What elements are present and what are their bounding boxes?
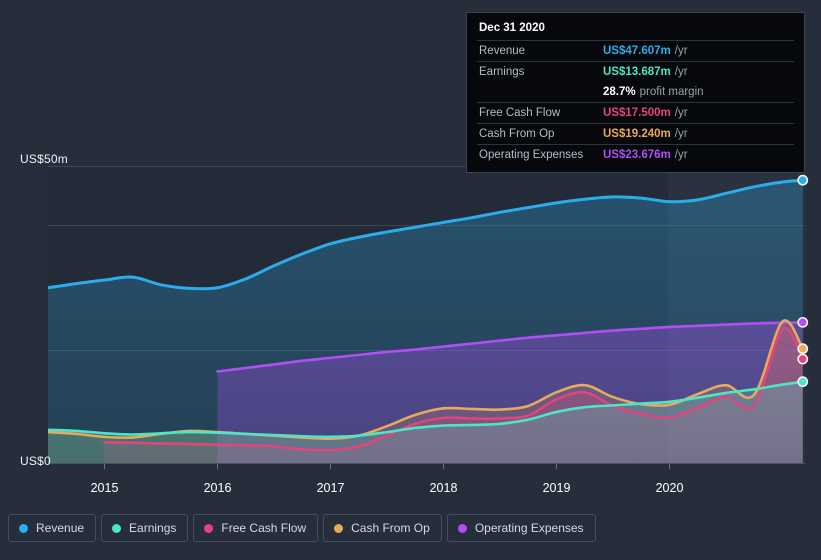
tooltip-row-label: Revenue bbox=[479, 45, 526, 57]
tooltip-title: Dec 31 2020 bbox=[479, 22, 545, 34]
tooltip-row-value: US$23.676m bbox=[603, 149, 671, 161]
tooltip-rows: Revenue US$47.607m/yr Earnings US$13.687m/y… bbox=[477, 40, 794, 165]
x-tick-label-2017: 2017 bbox=[316, 481, 345, 495]
tooltip-row-unit: profit margin bbox=[639, 86, 704, 98]
legend-item-label: Revenue bbox=[36, 521, 85, 535]
legend-item-label: Operating Expenses bbox=[474, 521, 584, 535]
legend-item-operating-expenses[interactable]: Operating Expenses bbox=[446, 514, 596, 542]
y-axis-top-label: US$50m bbox=[20, 152, 68, 166]
tooltip-row-value: US$47.607m bbox=[603, 45, 671, 57]
chart-screenshot: US$50m US$0 2015 2016 2017 2018 2019 2020 Dec… bbox=[0, 0, 821, 560]
legend-color-dot-icon bbox=[112, 523, 122, 533]
tooltip-row-unit: /yr bbox=[674, 66, 688, 78]
tooltip-row: Operating Expenses US$23.676m/yr bbox=[477, 144, 794, 165]
tooltip-row: Free Cash Flow US$17.500m/yr bbox=[477, 102, 794, 123]
endpoint-marker-cash-from-op[interactable] bbox=[797, 343, 809, 355]
legend-item-earnings[interactable]: Earnings bbox=[101, 514, 189, 542]
tooltip-row: Cash From Op US$19.240m/yr bbox=[477, 123, 794, 144]
legend-color-dot-icon bbox=[457, 523, 467, 533]
x-tick-label-2015: 2015 bbox=[90, 481, 119, 495]
endpoint-marker-operating-expenses[interactable] bbox=[797, 316, 809, 328]
tooltip-row-label: Free Cash Flow bbox=[479, 107, 561, 119]
legend-item-label: Free Cash Flow bbox=[221, 521, 307, 535]
x-tick-label-2018: 2018 bbox=[429, 481, 458, 495]
legend-item-label: Earnings bbox=[129, 521, 177, 535]
endpoint-marker-revenue[interactable] bbox=[797, 174, 809, 186]
y-axis-zero-label: US$0 bbox=[20, 454, 51, 468]
tooltip-row-value: US$19.240m bbox=[603, 128, 671, 140]
tooltip-row: Revenue US$47.607m/yr bbox=[477, 40, 794, 61]
endpoint-marker-free-cash-flow[interactable] bbox=[797, 353, 809, 365]
tooltip-row-unit: /yr bbox=[674, 45, 688, 57]
legend-color-dot-icon bbox=[334, 523, 344, 533]
legend-item-label: Cash From Op bbox=[351, 521, 430, 535]
data-tooltip: Dec 31 2020 Revenue US$47.607m/yr Earnings… bbox=[466, 12, 805, 173]
legend-item-revenue[interactable]: Revenue bbox=[8, 514, 97, 542]
tooltip-row-value: 28.7% bbox=[603, 86, 636, 98]
x-tick-label-2019: 2019 bbox=[542, 481, 571, 495]
tooltip-row-label: Earnings bbox=[479, 66, 525, 78]
tooltip-row-value: US$13.687m bbox=[603, 66, 671, 78]
tooltip-row: Earnings US$13.687m/yr bbox=[477, 61, 794, 82]
tooltip-row-unit: /yr bbox=[674, 128, 688, 140]
legend-item-cash-from-op[interactable]: Cash From Op bbox=[323, 514, 442, 542]
tooltip-row-label: Cash From Op bbox=[479, 128, 555, 140]
legend-color-dot-icon bbox=[204, 523, 214, 533]
tooltip-row-value: US$17.500m bbox=[603, 107, 671, 119]
chart-legend[interactable]: Revenue Earnings Free Cash Flow Cash From O… bbox=[8, 514, 596, 542]
x-tick-label-2020: 2020 bbox=[655, 481, 684, 495]
x-tick-label-2016: 2016 bbox=[203, 481, 232, 495]
legend-color-dot-icon bbox=[19, 523, 28, 533]
tooltip-row-unit: /yr bbox=[674, 149, 688, 161]
tooltip-row: 28.7% profit margin bbox=[477, 82, 794, 102]
tooltip-row-unit: /yr bbox=[674, 107, 688, 119]
endpoint-marker-earnings[interactable] bbox=[797, 376, 809, 388]
legend-item-free-cash-flow[interactable]: Free Cash Flow bbox=[193, 514, 319, 542]
tooltip-row-label: Operating Expenses bbox=[479, 149, 584, 161]
